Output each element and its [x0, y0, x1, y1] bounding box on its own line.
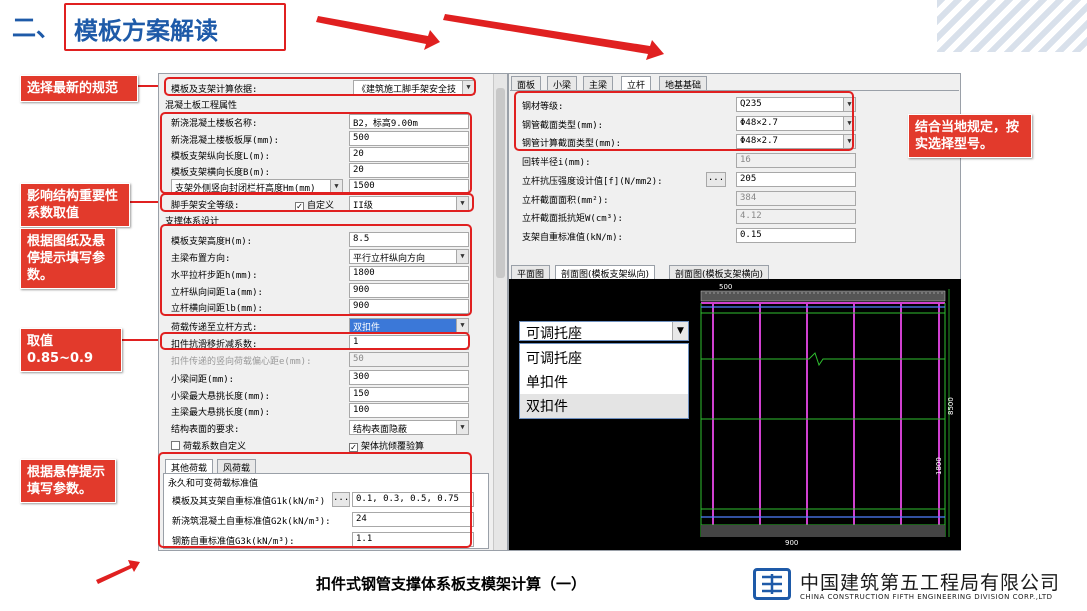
dim-right: 8500 — [947, 397, 955, 415]
small-beam-spacing-label: 小梁间距(mm): — [171, 375, 235, 385]
self-weight-input[interactable]: 0.15 — [736, 228, 856, 243]
dim-top: 500 — [719, 283, 732, 291]
tab-plan-view[interactable]: 平面图 — [511, 265, 551, 280]
section-number: 二、 — [12, 14, 60, 42]
annotation-hover-hint: 根据悬停提示填写参数。 — [20, 459, 116, 503]
main-beam-overhang-input[interactable]: 100 — [349, 403, 469, 418]
highlight-support-design — [160, 224, 472, 316]
section-modulus-label: 立杆截面抵抗矩W(cm³): — [522, 214, 623, 224]
highlight-slab-properties — [160, 112, 472, 194]
checkbox-icon[interactable] — [171, 441, 180, 450]
load-factor-label: 荷载系数自定义 — [183, 442, 247, 452]
surface-requirement-label: 结构表面的要求: — [171, 425, 240, 435]
checkmark-icon[interactable]: ✓ — [349, 443, 358, 452]
self-weight-label: 支架自重标准值(kN/m): — [522, 233, 623, 243]
chevron-down-icon[interactable]: ▼ — [456, 421, 468, 434]
annotation-importance-factor: 影响结构重要性系数取值 — [20, 183, 130, 227]
highlight-slip-factor — [160, 332, 470, 350]
load-transfer-dropdown[interactable]: 可调托座 ▼ — [519, 321, 689, 342]
strength-more-button[interactable]: ... — [706, 172, 726, 187]
chevron-down-icon[interactable]: ▼ — [672, 322, 688, 340]
slide-title: 模板方案解读 — [64, 3, 286, 51]
highlight-steel-section — [514, 91, 854, 151]
compressive-strength-input[interactable]: 205 — [736, 172, 856, 187]
arrow-decoration — [96, 560, 140, 584]
compressive-strength-label: 立杆抗压强度设计值[f](N/mm2): — [522, 177, 663, 187]
section-modulus-input: 4.12 — [736, 209, 856, 224]
option-double-fastener[interactable]: 双扣件 — [520, 394, 688, 418]
small-beam-overhang-label: 小梁最大悬挑长度(mm): — [171, 392, 271, 402]
main-beam-overhang-label: 主梁最大悬挑长度(mm): — [171, 408, 271, 418]
load-factor-checkbox[interactable]: 荷载系数自定义 — [171, 439, 246, 452]
annotation-value-range: 取值0.85~0.9 — [20, 328, 122, 372]
eccentricity-label: 扣件传递的竖向荷载偏心距e(mm): — [171, 357, 312, 367]
annotation-fill-drawing: 根据图纸及悬停提示填写参数。 — [20, 228, 116, 289]
section-area-label: 立杆截面面积(mm²): — [522, 196, 609, 206]
dropdown-selected-value: 可调托座 — [526, 326, 582, 342]
annotation-latest-code: 选择最新的规范 — [20, 75, 138, 102]
surface-requirement-value: 结构表面隐蔽 — [353, 425, 408, 435]
small-beam-overhang-input[interactable]: 150 — [349, 387, 469, 402]
option-single-fastener[interactable]: 单扣件 — [520, 370, 688, 394]
company-name-en: CHINA CONSTRUCTION FIFTH ENGINEERING DIV… — [800, 593, 1053, 601]
company-logo-icon — [753, 568, 791, 600]
section-slab-properties: 混凝土板工程属性 — [165, 101, 238, 111]
anti-overturn-checkbox[interactable]: ✓ 架体抗倾覆验算 — [349, 439, 424, 452]
highlight-safety-level — [160, 193, 474, 212]
scrollbar-thumb[interactable] — [496, 88, 505, 278]
panel-scrollbar[interactable] — [493, 74, 507, 550]
gyration-radius-label: 回转半径i(mm): — [522, 158, 591, 168]
surface-requirement-select[interactable]: 结构表面隐蔽 ▼ — [349, 420, 469, 435]
option-adjustable-support[interactable]: 可调托座 — [520, 346, 688, 370]
annotation-local-rules: 结合当地规定，按实选择型号。 — [908, 114, 1032, 158]
tab-main-beam[interactable]: 主梁 — [583, 76, 614, 91]
highlight-basis — [164, 77, 476, 96]
dropdown-options: 可调托座 单扣件 双扣件 — [519, 343, 689, 419]
tab-foundation[interactable]: 地基基础 — [659, 76, 708, 91]
dim-bottom: 900 — [785, 539, 798, 547]
anti-overturn-label: 架体抗倾覆验算 — [361, 442, 425, 452]
tab-section-transverse[interactable]: 剖面图(模板支架横向) — [669, 265, 770, 280]
section-area-input: 384 — [736, 191, 856, 206]
tab-upright[interactable]: 立杆 — [621, 76, 652, 91]
member-tabs: 面板 小梁 主梁 立杆 地基基础 — [511, 76, 951, 91]
company-name-cn: 中国建筑第五工程局有限公司 — [800, 572, 1061, 594]
tab-panel[interactable]: 面板 — [511, 76, 542, 91]
tab-small-beam[interactable]: 小梁 — [547, 76, 578, 91]
tab-section-longitudinal[interactable]: 剖面图(模板支架纵向) — [555, 265, 656, 280]
eccentricity-input: 50 — [349, 352, 469, 367]
small-beam-spacing-input[interactable]: 300 — [349, 370, 469, 385]
dim-mid: 1800 — [935, 457, 943, 475]
header-stripe-decoration — [937, 0, 1087, 52]
load-transfer-select[interactable]: 双扣件 ▼ — [349, 318, 469, 333]
highlight-load-values — [158, 452, 472, 548]
chevron-down-icon[interactable]: ▼ — [456, 319, 468, 332]
footer-title: 扣件式钢管支撑体系板支模架计算（一） — [316, 575, 587, 593]
logo-mark-icon — [762, 574, 782, 594]
gyration-radius-input: 16 — [736, 153, 856, 168]
view-tabs: 平面图 剖面图(模板支架纵向) 剖面图(模板支架横向) — [511, 265, 951, 280]
